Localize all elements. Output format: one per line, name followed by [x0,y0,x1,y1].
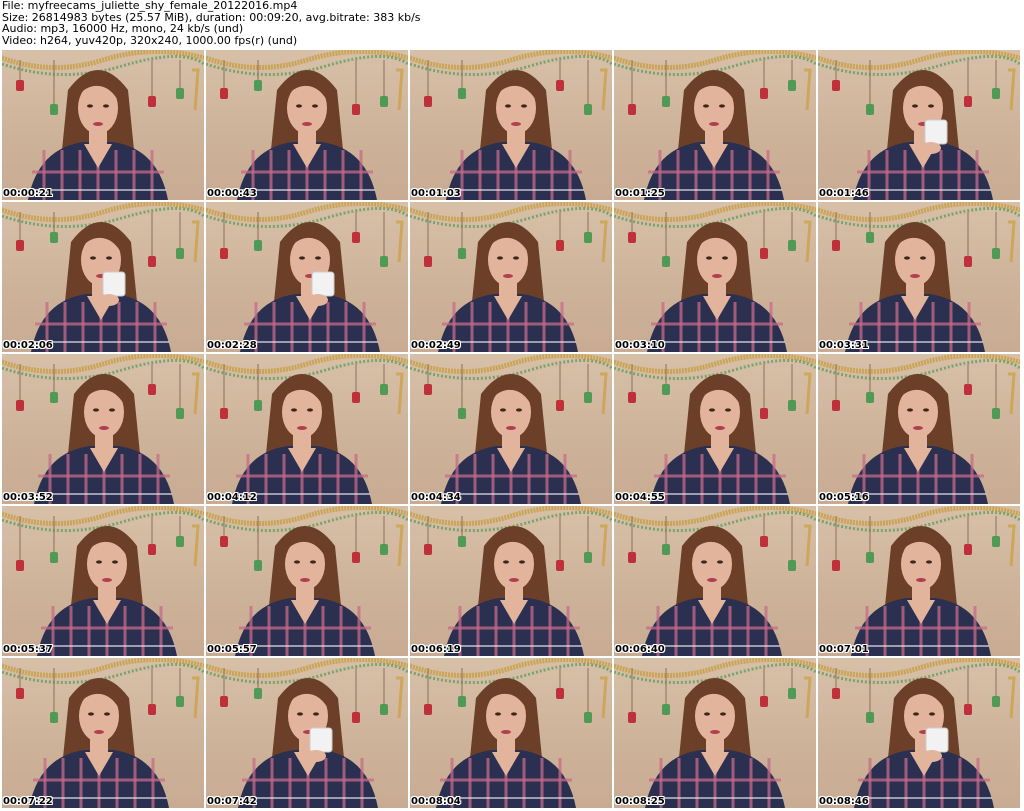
video-thumbnail: 00:01:03 [410,50,612,200]
thumbnail-timestamp: 00:04:12 [207,492,257,503]
person-figure [237,70,377,200]
thumbnail-timestamp: 00:01:46 [819,188,869,199]
person-figure [854,678,994,808]
person-figure [647,222,787,352]
person-figure [444,526,584,656]
person-figure [851,526,991,656]
video-thumbnail: 00:05:57 [206,506,408,656]
thumbnail-timestamp: 00:03:10 [615,340,665,351]
video-thumbnail: 00:00:21 [2,50,204,200]
person-figure [642,526,782,656]
person-figure [238,678,378,808]
person-figure [853,70,993,200]
video-thumbnail: 00:01:46 [818,50,1020,200]
video-thumbnail: 00:04:12 [206,354,408,504]
thumbnail-timestamp: 00:08:25 [615,796,665,807]
file-info-header: File: myfreecams_juliette_shy_female_201… [2,0,421,46]
person-figure [438,222,578,352]
thumbnail-timestamp: 00:07:01 [819,644,869,655]
person-figure [650,374,790,504]
video-thumbnail: 00:03:52 [2,354,204,504]
person-figure [34,374,174,504]
audio-info-line: Audio: mp3, 16000 Hz, mono, 24 kb/s (und… [2,22,244,35]
thumbnail-timestamp: 00:06:40 [615,644,665,655]
video-thumbnail: 00:05:16 [818,354,1020,504]
person-figure [37,526,177,656]
video-thumbnail: 00:04:55 [614,354,816,504]
video-thumbnail: 00:05:37 [2,506,204,656]
thumbnail-timestamp: 00:07:22 [3,796,53,807]
person-figure [28,70,168,200]
thumbnail-timestamp: 00:01:25 [615,188,665,199]
video-thumbnail: 00:01:25 [614,50,816,200]
video-thumbnail: 00:08:46 [818,658,1020,808]
person-figure [235,526,375,656]
person-figure [441,374,581,504]
person-figure [31,222,171,352]
thumbnail-timestamp: 00:02:28 [207,340,257,351]
video-thumbnail: 00:06:40 [614,506,816,656]
thumbnail-timestamp: 00:01:03 [411,188,461,199]
video-thumbnail: 00:03:31 [818,202,1020,352]
video-thumbnail: 00:06:19 [410,506,612,656]
video-thumbnail: 00:02:06 [2,202,204,352]
person-figure [232,374,372,504]
thumbnail-timestamp: 00:03:52 [3,492,53,503]
person-figure [446,70,586,200]
video-thumbnail: 00:03:10 [614,202,816,352]
thumbnail-timestamp: 00:05:37 [3,644,53,655]
video-thumbnail: 00:07:42 [206,658,408,808]
video-thumbnail: 00:07:01 [818,506,1020,656]
thumbnail-timestamp: 00:04:55 [615,492,665,503]
thumbnail-timestamp: 00:08:46 [819,796,869,807]
thumbnail-timestamp: 00:05:16 [819,492,869,503]
thumbnail-timestamp: 00:03:31 [819,340,869,351]
thumbnail-timestamp: 00:04:34 [411,492,461,503]
thumbnail-timestamp: 00:06:19 [411,644,461,655]
person-figure [29,678,169,808]
video-info-line: Video: h264, yuv420p, 320x240, 1000.00 f… [2,33,298,47]
video-thumbnail: 00:00:43 [206,50,408,200]
file-name-line: File: myfreecams_juliette_shy_female_201… [2,0,298,12]
person-figure [645,678,785,808]
video-thumbnail: 00:07:22 [2,658,204,808]
video-thumbnail: 00:02:28 [206,202,408,352]
thumbnail-timestamp: 00:00:21 [3,188,53,199]
thumbnail-timestamp: 00:02:06 [3,340,53,351]
thumbnail-timestamp: 00:02:49 [411,340,461,351]
thumbnail-timestamp: 00:00:43 [207,188,257,199]
person-figure [845,222,985,352]
person-figure [644,70,784,200]
thumbnail-grid: 00:00:21 00:00:43 00:01:03 00:01:25 00:01:46… [2,50,1020,808]
person-figure [436,678,576,808]
video-thumbnail: 00:08:04 [410,658,612,808]
video-thumbnail: 00:02:49 [410,202,612,352]
thumbnail-timestamp: 00:07:42 [207,796,257,807]
person-figure [848,374,988,504]
video-thumbnail: 00:04:34 [410,354,612,504]
video-thumbnail: 00:08:25 [614,658,816,808]
thumbnail-timestamp: 00:05:57 [207,644,257,655]
person-figure [240,222,380,352]
thumbnail-timestamp: 00:08:04 [411,796,461,807]
